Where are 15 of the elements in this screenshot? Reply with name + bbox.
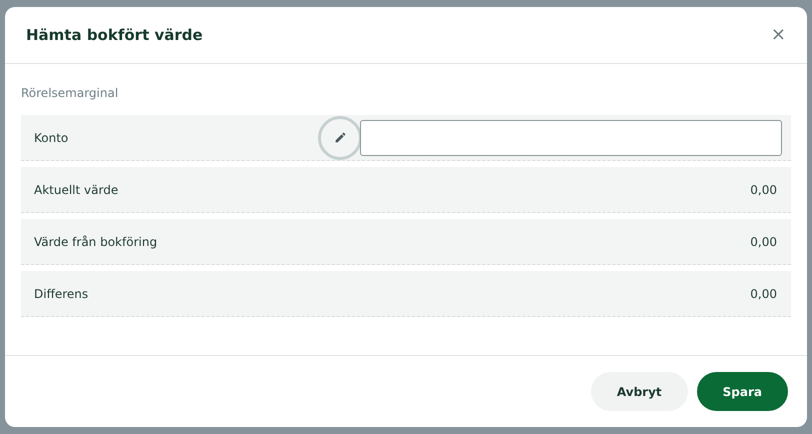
row-label: Aktuellt värde [34, 182, 118, 198]
dialog-title: Hämta bokfört värde [26, 24, 203, 46]
save-button[interactable]: Spara [696, 372, 788, 411]
row-label: Konto [34, 130, 70, 146]
cancel-button[interactable]: Avbryt [590, 372, 688, 411]
edit-button[interactable] [318, 116, 362, 160]
row-value: 0,00 [750, 182, 777, 198]
account-input-field[interactable] [360, 120, 782, 156]
close-button[interactable]: × [770, 26, 786, 44]
row-value: 0,00 [750, 234, 777, 250]
pencil-icon [334, 131, 346, 144]
row-label: Differens [34, 286, 88, 302]
row-value: 0,00 [750, 286, 777, 302]
section-label: Rörelsemarginal [21, 85, 120, 102]
row-label: Värde från bokföring [34, 234, 158, 250]
